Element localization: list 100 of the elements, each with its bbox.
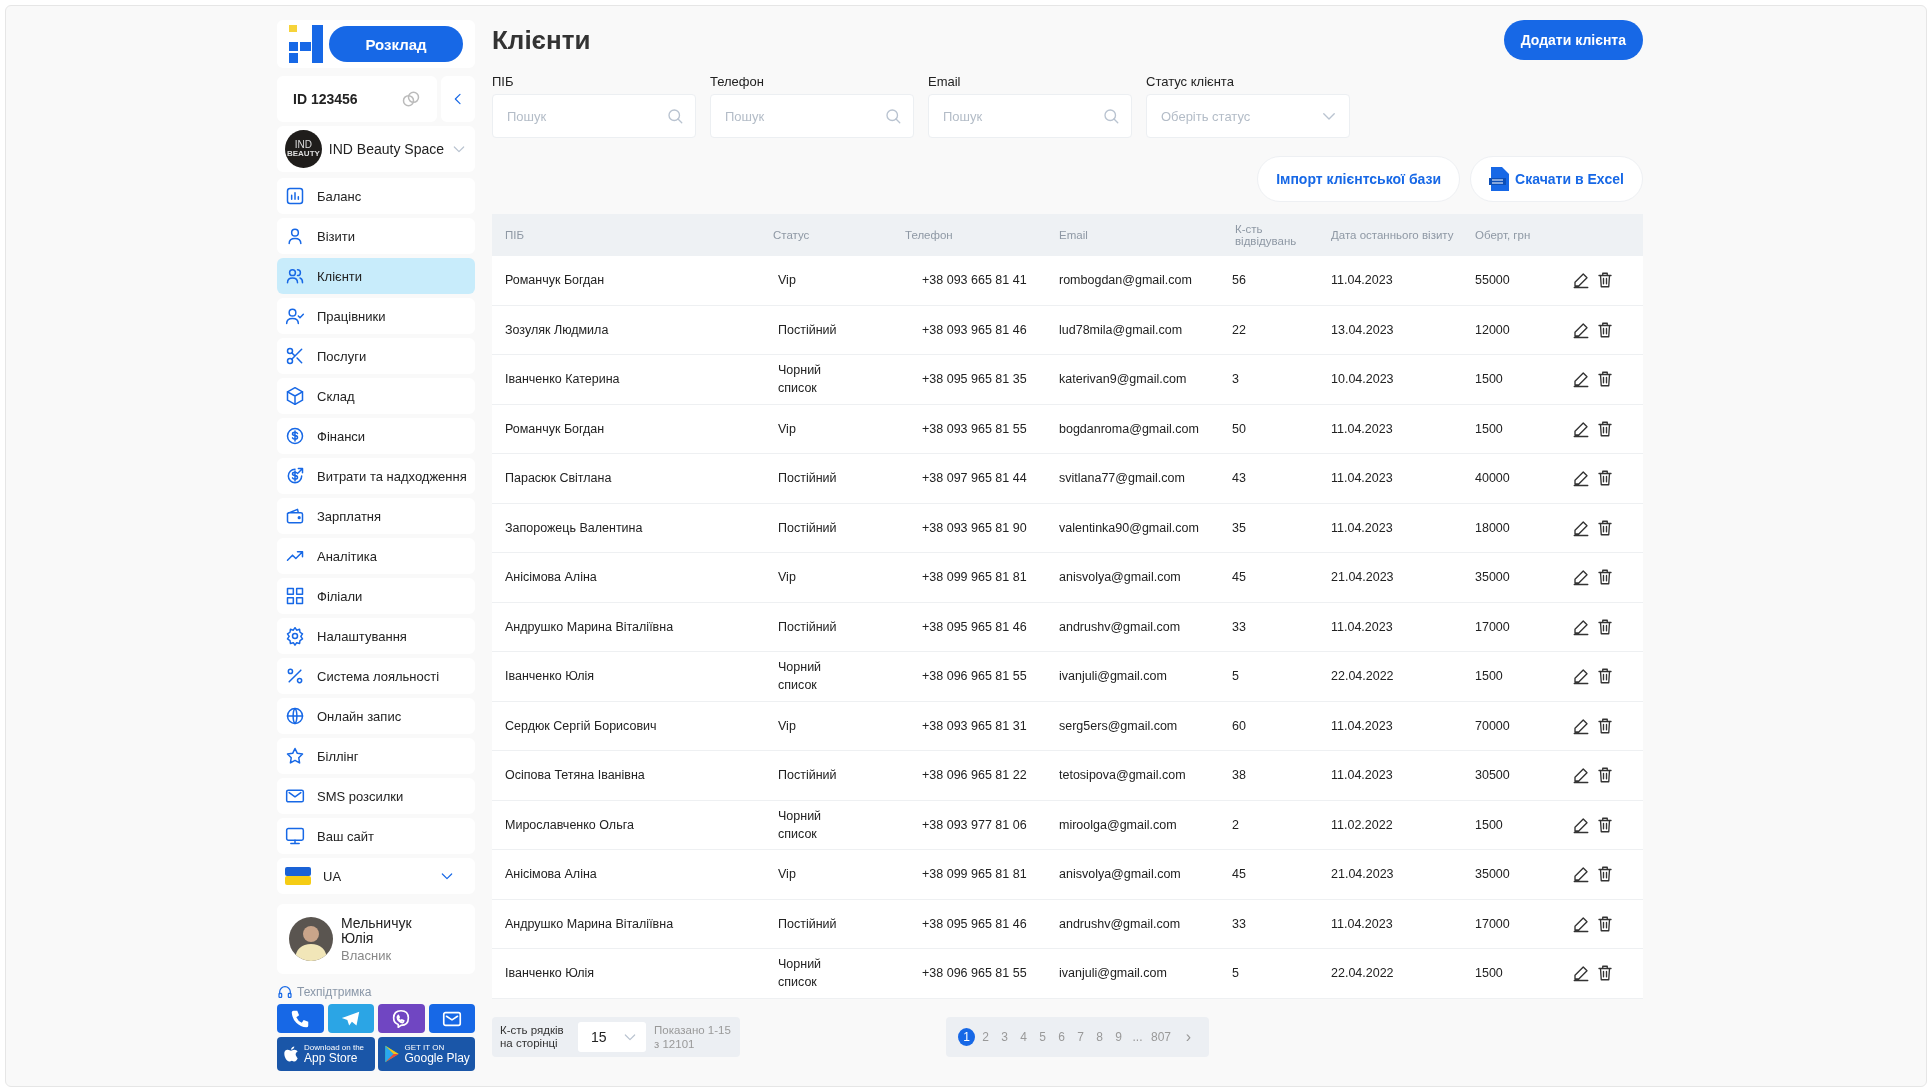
table-cell-text: +38 096 965 81 55 [921,966,1028,981]
pencil-icon [1572,419,1590,438]
sidebar-item[interactable]: Візити [277,218,475,254]
edit-button[interactable] [1572,667,1590,686]
edit-button[interactable] [1572,568,1590,587]
status-dropdown[interactable]: Оберіть статус [1146,94,1350,138]
sidebar-item[interactable]: Фінанси [277,418,475,454]
trash-icon [1596,271,1614,290]
phone-button[interactable] [277,1004,324,1033]
delete-button[interactable] [1596,617,1614,636]
search-icon [1102,107,1120,125]
page-link[interactable]: 1 [958,1027,975,1046]
table-cell-text: 43 [1231,471,1247,486]
edit-button[interactable] [1572,617,1590,636]
delete-button[interactable] [1596,766,1614,785]
delete-button[interactable] [1596,370,1614,389]
telegram-button[interactable] [327,1004,374,1033]
schedule-button[interactable]: Розклад [329,26,463,62]
scissors-icon [285,346,305,366]
sidebar-item[interactable]: Ваш сайт [277,818,475,854]
viber-button[interactable] [378,1004,425,1033]
edit-button[interactable] [1572,271,1590,290]
sidebar-item[interactable]: Зарплатня [277,498,475,534]
sidebar-item[interactable]: Витрати та надходження [277,458,475,494]
add-client-button[interactable]: Додати клієнта [1503,20,1643,60]
sidebar-item[interactable]: Філіали [277,578,475,614]
edit-button[interactable] [1572,716,1590,735]
sidebar-item[interactable]: Біллінг [277,738,475,774]
sidebar-item[interactable]: Онлайн запис [277,698,475,734]
edit-button[interactable] [1572,320,1590,339]
rows-per-page-dropdown[interactable]: 15 [578,1021,646,1052]
sidebar-item[interactable]: Склад [277,378,475,414]
people-icon [285,266,305,286]
sidebar-item[interactable]: Клієнти [277,258,475,294]
edit-button[interactable] [1572,469,1590,488]
delete-button[interactable] [1596,914,1614,933]
account-id: ID 123456 [293,91,358,107]
settings-icon [285,626,305,646]
headset-icon [277,984,293,1000]
delete-button[interactable] [1596,419,1614,438]
grid-icon [285,586,305,606]
search-field[interactable]: Пошук [710,94,914,138]
app-store-button[interactable]: Download on the App Store [277,1037,375,1071]
table-cell-text: +38 099 965 81 81 [921,570,1028,585]
edit-button[interactable] [1572,914,1590,933]
edit-button[interactable] [1572,419,1590,438]
sidebar-item[interactable]: Послуги [277,338,475,374]
sidebar-item[interactable]: Система лояльності [277,658,475,694]
edit-button[interactable] [1572,815,1590,834]
pencil-icon [1572,766,1590,785]
trash-icon [1596,419,1614,438]
delete-button[interactable] [1596,469,1614,488]
email-button[interactable] [428,1004,475,1033]
table-cell-text: +38 099 965 81 81 [921,867,1028,882]
delete-button[interactable] [1596,865,1614,884]
google-play-button[interactable]: GET IT ON Google Play [377,1037,475,1071]
person-check-icon [285,306,305,326]
table-cell-text: 21.04.2023 [1330,867,1395,882]
delete-button[interactable] [1596,568,1614,587]
delete-button[interactable] [1596,815,1614,834]
delete-button[interactable] [1596,716,1614,735]
sidebar-item[interactable]: SMS розсилки [277,778,475,814]
sidebar-item[interactable]: Працівники [277,298,475,334]
delete-button[interactable] [1596,320,1614,339]
pencil-icon [1572,716,1590,735]
import-button[interactable]: Імпорт клієнтської бази [1257,156,1461,202]
edit-button[interactable] [1572,964,1590,983]
edit-button[interactable] [1572,865,1590,884]
table-cell-text: ivanjuli@gmail.com [1058,669,1168,684]
edit-button[interactable] [1572,518,1590,537]
delete-button[interactable] [1596,667,1614,686]
table-cell-text: Андрушко Марина Віталіївна [504,619,675,634]
table-cell-text: 35000 [1474,570,1511,585]
table-cell-text: rombogdan@gmail.com [1058,273,1193,288]
trash-icon [1596,568,1614,587]
delete-button[interactable] [1596,964,1614,983]
trash-icon [1596,370,1614,389]
sidebar-item[interactable]: Налаштування [277,618,475,654]
language-selector[interactable]: UA [277,858,475,894]
sidebar-item[interactable]: Баланс [277,178,475,214]
trash-icon [1596,964,1614,983]
sidebar-item[interactable]: Аналітика [277,538,475,574]
delete-button[interactable] [1596,518,1614,537]
table-cell-text: Зозуляк Людмила [504,322,610,337]
support-label: Техпідтримка [297,985,372,999]
field-label: Email [928,74,962,89]
edit-button[interactable] [1572,766,1590,785]
table-cell-text: 1500 [1474,421,1504,436]
table-cell-text: Іванченко Юлія [504,966,596,981]
table-cell-text: 38 [1231,768,1247,783]
table-cell-text: 5 [1231,966,1240,981]
delete-button[interactable] [1596,271,1614,290]
flag-icon [285,867,311,885]
table-cell-text: Vip [777,272,797,290]
table-cell-text: 45 [1231,570,1247,585]
search-field[interactable]: Пошук [928,94,1132,138]
edit-button[interactable] [1572,370,1590,389]
search-field[interactable]: Пошук [492,94,696,138]
trash-icon [1596,469,1614,488]
excel-download-button[interactable]: Скачати в Excel [1470,156,1643,202]
